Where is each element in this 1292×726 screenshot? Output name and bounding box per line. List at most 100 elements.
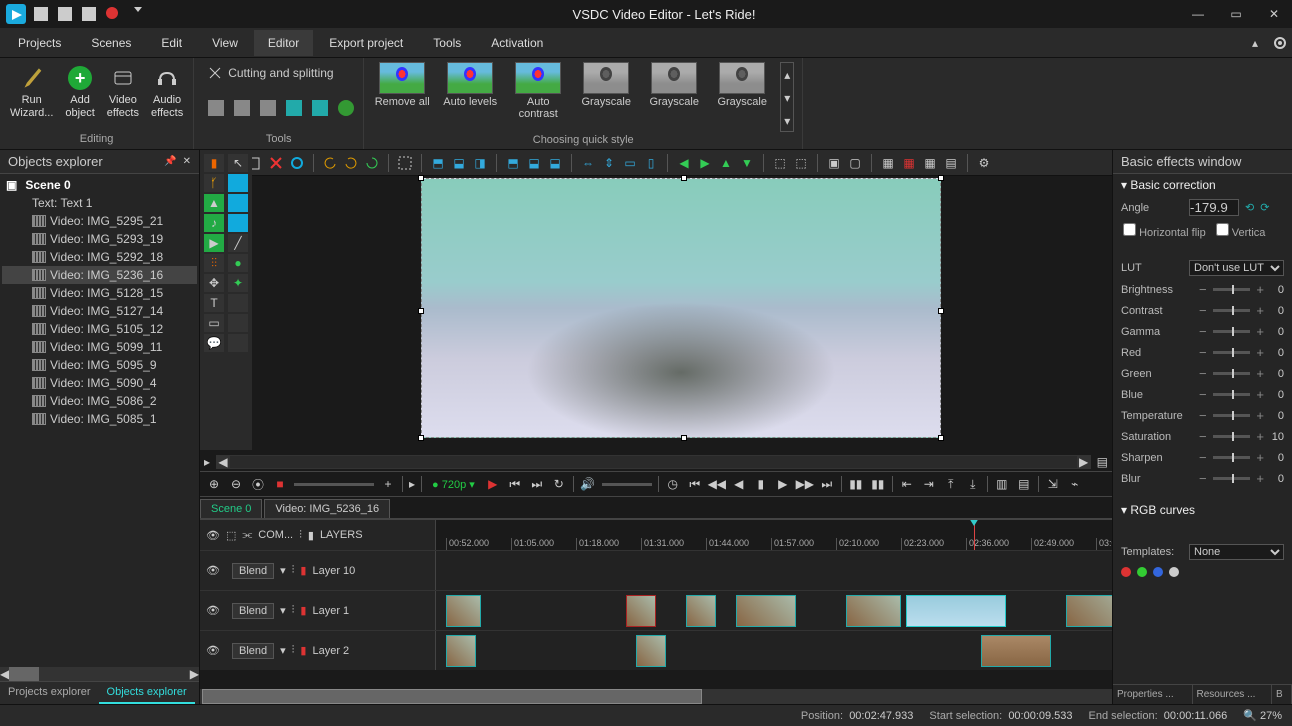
- minus-icon[interactable]: −: [1199, 345, 1207, 360]
- close-button[interactable]: ✕: [1262, 7, 1286, 21]
- tree-item[interactable]: Text: Text 1: [2, 194, 197, 212]
- bring-front-icon[interactable]: ▣: [825, 154, 843, 172]
- tree-hscroll[interactable]: ◀▶: [0, 667, 199, 681]
- plus-icon[interactable]: +: [1256, 324, 1264, 339]
- volume-icon[interactable]: 🔊: [580, 476, 596, 492]
- style-auto-contrast[interactable]: Auto contrast: [508, 62, 568, 120]
- slider-track[interactable]: [1213, 414, 1251, 417]
- next-keyframe-icon[interactable]: ⏭: [529, 476, 545, 492]
- arrow-left-icon[interactable]: ◀: [675, 154, 693, 172]
- music-icon[interactable]: ♪: [204, 214, 224, 232]
- step-fwd-icon[interactable]: ▶▶: [797, 476, 813, 492]
- tab-projects-explorer[interactable]: Projects explorer: [0, 682, 99, 704]
- tree-item[interactable]: Video: IMG_5295_21: [2, 212, 197, 230]
- maximize-button[interactable]: ▭: [1224, 7, 1248, 21]
- plus-icon[interactable]: +: [1256, 366, 1264, 381]
- audio-effects-button[interactable]: Audio effects: [149, 62, 185, 122]
- menu-view[interactable]: View: [198, 30, 252, 56]
- plus-icon[interactable]: +: [1256, 471, 1264, 486]
- track-color-icon[interactable]: ▮: [300, 604, 306, 617]
- qa-new-icon[interactable]: [34, 7, 48, 21]
- menu-activation[interactable]: Activation: [477, 30, 557, 56]
- arrow-down-icon[interactable]: ▼: [738, 154, 756, 172]
- arrow-right-icon[interactable]: ▶: [696, 154, 714, 172]
- track-wave-icon[interactable]: ⫶: [292, 644, 295, 657]
- menu-tools[interactable]: Tools: [419, 30, 475, 56]
- lock-icon[interactable]: ⬚: [226, 529, 236, 542]
- align-center-v-icon[interactable]: ⬓: [525, 154, 543, 172]
- add-object-button[interactable]: + Add object: [63, 62, 96, 122]
- cursor-icon[interactable]: ↖: [228, 154, 248, 172]
- angle-input[interactable]: [1189, 199, 1239, 216]
- crop-icon[interactable]: [260, 100, 276, 116]
- track-wave-icon[interactable]: ⫶: [292, 564, 295, 577]
- section-rgb-curves[interactable]: RGB curves: [1113, 499, 1292, 521]
- record-icon[interactable]: ■: [272, 476, 288, 492]
- collapse-ribbon-icon[interactable]: ▴: [1252, 36, 1258, 50]
- expand-preview-icon[interactable]: ▸: [204, 455, 210, 469]
- qa-record-icon[interactable]: [106, 7, 118, 19]
- rect-icon[interactable]: [228, 174, 248, 192]
- person-icon[interactable]: ᚶ: [204, 174, 224, 192]
- split-icon[interactable]: ▮▮: [848, 476, 864, 492]
- rgb-blue-icon[interactable]: [1153, 567, 1163, 577]
- subtitle-icon[interactable]: ▭: [204, 314, 224, 332]
- section-basic-correction[interactable]: Basic correction: [1113, 174, 1292, 196]
- slider-track[interactable]: [1213, 330, 1251, 333]
- slider-track[interactable]: [1213, 351, 1251, 354]
- ellipse-icon[interactable]: ●: [228, 254, 248, 272]
- image-icon[interactable]: ▲: [204, 194, 224, 212]
- set-in-icon[interactable]: ⇤: [899, 476, 915, 492]
- slider-track[interactable]: [1213, 435, 1251, 438]
- vflip-checkbox[interactable]: Vertica: [1216, 223, 1266, 239]
- remove-marker-icon[interactable]: ⊖: [228, 476, 244, 492]
- track-eye-icon[interactable]: 👁: [206, 644, 220, 657]
- distribute-v-icon[interactable]: ⇕: [600, 154, 618, 172]
- snap-icon[interactable]: ▦: [900, 154, 918, 172]
- minus-icon[interactable]: −: [1199, 387, 1207, 402]
- style-grayscale-2[interactable]: Grayscale: [644, 62, 704, 108]
- track-wave-icon[interactable]: ⫶: [292, 604, 295, 617]
- style-remove-all[interactable]: Remove all: [372, 62, 432, 108]
- pin-icon[interactable]: 📌: [164, 156, 176, 167]
- style-gallery-dropdown[interactable]: ▴▾▾: [780, 62, 794, 132]
- scene-tab-0[interactable]: Scene 0: [200, 499, 262, 518]
- slider-track[interactable]: [1213, 456, 1251, 459]
- minus-icon[interactable]: −: [1199, 408, 1207, 423]
- prev-keyframe-icon[interactable]: ⏮: [507, 476, 523, 492]
- menu-projects[interactable]: Projects: [4, 30, 75, 56]
- minus-icon[interactable]: −: [1199, 366, 1207, 381]
- cutting-splitting-button[interactable]: Cutting and splitting: [202, 62, 339, 84]
- video-effects-button[interactable]: Video effects: [105, 62, 141, 122]
- ungroup-icon[interactable]: ⬚: [792, 154, 810, 172]
- layers-icon[interactable]: ▮: [308, 529, 314, 542]
- go-start-icon[interactable]: ⏮: [687, 476, 703, 492]
- plus-icon[interactable]: +: [1256, 303, 1264, 318]
- same-width-icon[interactable]: ▭: [621, 154, 639, 172]
- same-height-icon[interactable]: ▯: [642, 154, 660, 172]
- clear-out-icon[interactable]: ⤓: [965, 476, 981, 492]
- chart-icon[interactable]: ▮: [204, 154, 224, 172]
- menu-scenes[interactable]: Scenes: [77, 30, 145, 56]
- track-eye-icon[interactable]: 👁: [206, 564, 220, 577]
- qa-dropdown-icon[interactable]: [134, 7, 142, 21]
- rotate-270-icon[interactable]: ⟳: [1260, 201, 1269, 214]
- clock-icon[interactable]: ◷: [665, 476, 681, 492]
- menu-editor[interactable]: Editor: [254, 30, 313, 56]
- undo-icon[interactable]: [321, 154, 339, 172]
- minus-icon[interactable]: −: [1199, 303, 1207, 318]
- expand-timeline-icon[interactable]: ▸: [409, 477, 415, 491]
- zoom-display[interactable]: 🔍 27%: [1243, 709, 1282, 722]
- align-right-icon[interactable]: ◨: [471, 154, 489, 172]
- rect3-icon[interactable]: [228, 214, 248, 232]
- minus-icon[interactable]: −: [1199, 450, 1207, 465]
- line-icon[interactable]: ╱: [228, 234, 248, 252]
- waveform-icon[interactable]: ⫶: [299, 529, 302, 542]
- reload-icon[interactable]: [363, 154, 381, 172]
- menu-export[interactable]: Export project: [315, 30, 417, 56]
- link-icon[interactable]: ⫘: [242, 529, 252, 542]
- track-body[interactable]: [436, 551, 1112, 590]
- plus-icon[interactable]: +: [1256, 387, 1264, 402]
- play-icon[interactable]: ▶: [204, 234, 224, 252]
- tree-item[interactable]: Video: IMG_5127_14: [2, 302, 197, 320]
